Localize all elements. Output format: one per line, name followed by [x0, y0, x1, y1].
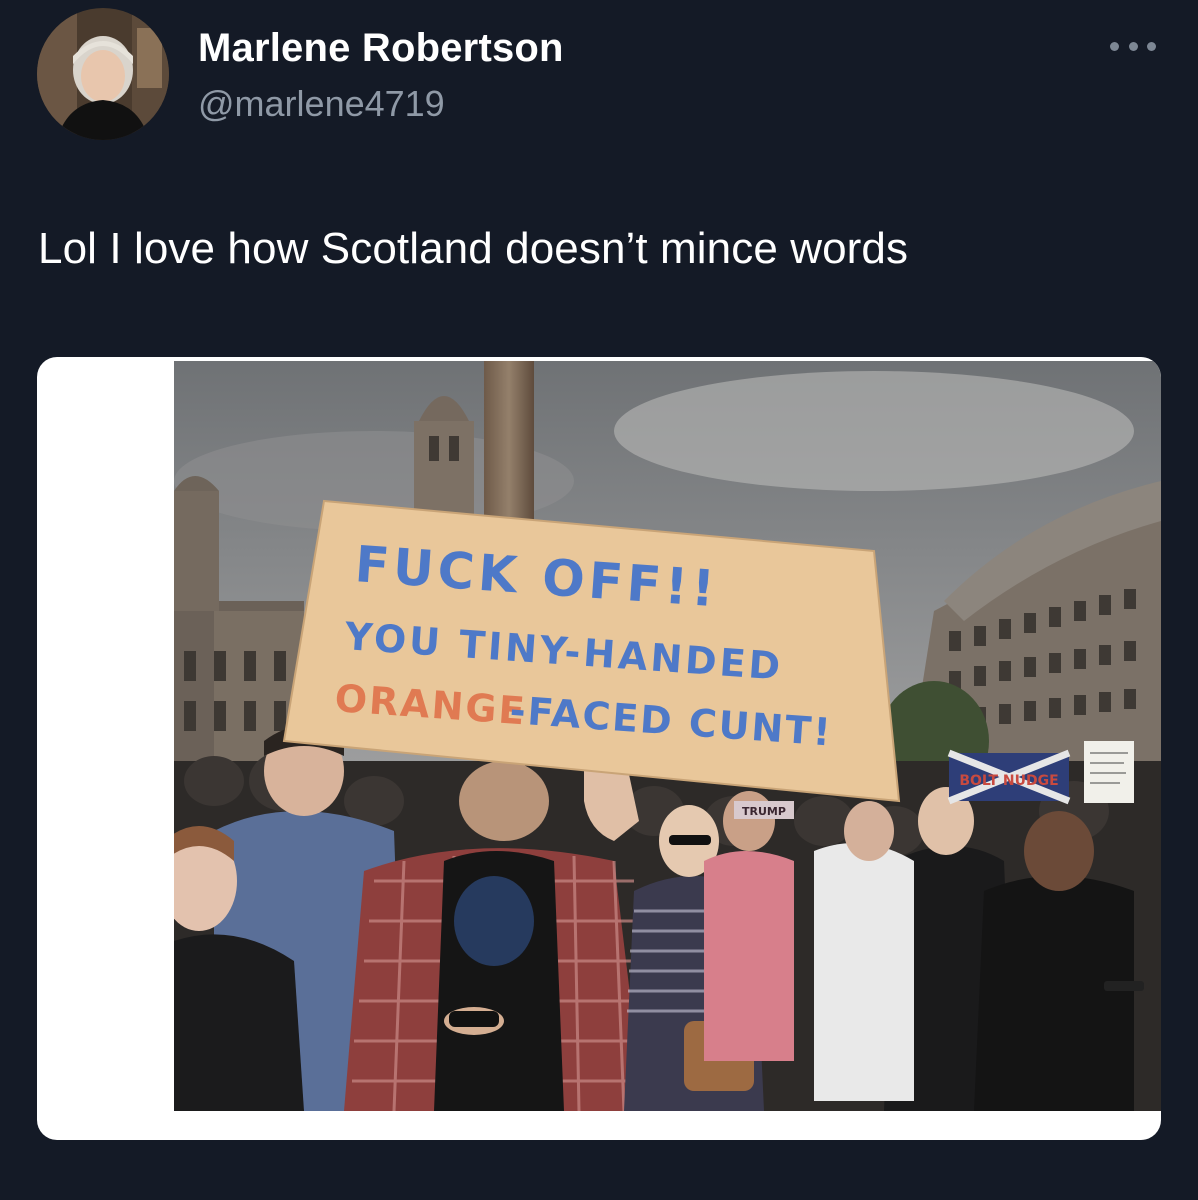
protest-photo[interactable]: TRUMP BOLT NUDGE FUCK OFF!! YOU TINY-HAN…	[174, 361, 1161, 1111]
more-horizontal-icon	[1110, 41, 1119, 51]
display-name[interactable]: Marlene Robertson	[198, 26, 564, 71]
protest-photo-image: TRUMP BOLT NUDGE FUCK OFF!! YOU TINY-HAN…	[174, 361, 1161, 1111]
flag-sign-text: BOLT NUDGE	[959, 773, 1058, 789]
small-sign-text: TRUMP	[742, 805, 786, 818]
more-dot	[1147, 41, 1156, 51]
more-dot	[1128, 41, 1138, 51]
media-card[interactable]: TRUMP BOLT NUDGE FUCK OFF!! YOU TINY-HAN…	[37, 357, 1161, 1140]
more-options-button[interactable]	[1110, 26, 1156, 66]
tweet-text: Lol I love how Scotland doesn’t mince wo…	[38, 224, 909, 273]
avatar-photo	[37, 8, 169, 140]
tweet-page: Marlene Robertson @marlene4719 Lol I lov…	[0, 0, 1198, 1200]
flag-sign: BOLT NUDGE	[947, 749, 1071, 805]
user-handle[interactable]: @marlene4719	[198, 83, 445, 125]
avatar[interactable]	[37, 8, 169, 140]
